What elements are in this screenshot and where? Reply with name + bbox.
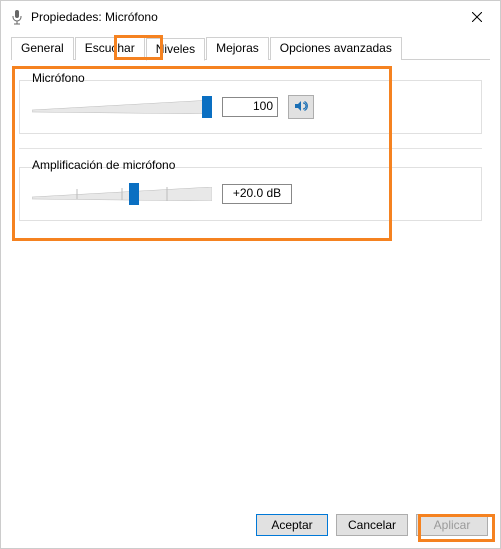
tab-strip: General Escuchar Niveles Mejoras Opcione… <box>1 33 500 60</box>
tab-opciones-avanzadas[interactable]: Opciones avanzadas <box>270 37 402 60</box>
microphone-icon <box>9 9 25 25</box>
slider-thumb-microfono[interactable] <box>202 96 212 118</box>
tab-general[interactable]: General <box>11 37 74 60</box>
aceptar-button[interactable]: Aceptar <box>256 514 328 536</box>
tab-content-niveles: Micrófono 100 Amplifi <box>1 60 500 245</box>
value-microfono[interactable]: 100 <box>222 97 278 117</box>
tab-niveles[interactable]: Niveles <box>146 38 205 61</box>
group-microfono: Micrófono 100 <box>19 80 482 134</box>
value-amplificacion[interactable]: +20.0 dB <box>222 184 292 204</box>
tab-escuchar[interactable]: Escuchar <box>75 37 145 60</box>
tab-mejoras[interactable]: Mejoras <box>206 37 269 60</box>
aplicar-button[interactable]: Aplicar <box>416 514 488 536</box>
slider-amplificacion[interactable] <box>32 182 212 206</box>
window-title: Propiedades: Micrófono <box>31 10 454 24</box>
group-amplificacion: Amplificación de micrófono +20.0 dB <box>19 167 482 221</box>
divider <box>19 148 482 149</box>
dialog-button-bar: Aceptar Cancelar Aplicar <box>256 514 488 536</box>
cancelar-button[interactable]: Cancelar <box>336 514 408 536</box>
speaker-icon <box>293 98 309 117</box>
label-amplificacion: Amplificación de micrófono <box>32 158 469 172</box>
mute-button-microfono[interactable] <box>288 95 314 119</box>
slider-microfono[interactable] <box>32 95 212 119</box>
label-microfono: Micrófono <box>32 71 469 85</box>
close-button[interactable] <box>454 1 500 33</box>
title-bar: Propiedades: Micrófono <box>1 1 500 33</box>
slider-thumb-amplificacion[interactable] <box>129 183 139 205</box>
